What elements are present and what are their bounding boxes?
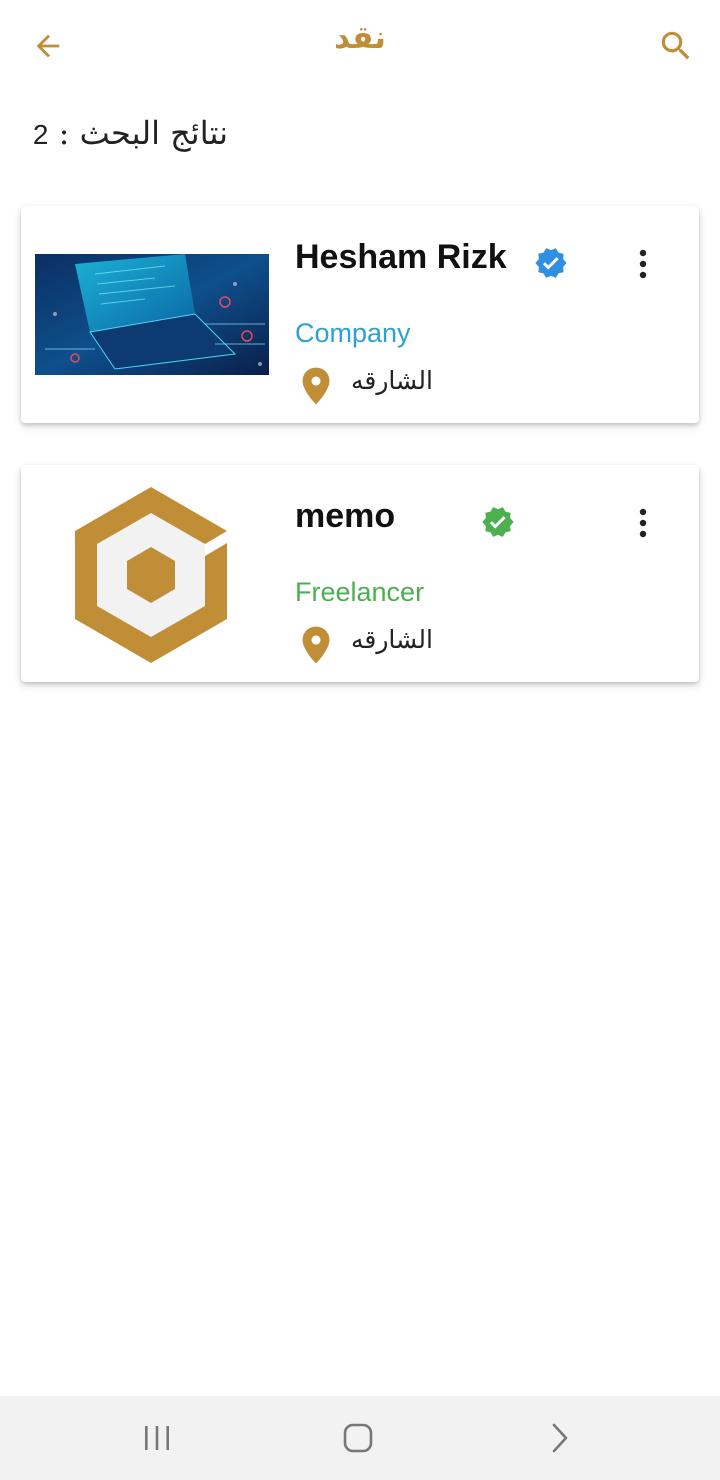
result-card[interactable]: Hesham Rizk Company الشارقه	[21, 206, 699, 423]
laptop-tech-thumbnail	[35, 254, 269, 375]
location-pin-icon	[302, 367, 330, 405]
card-name: memo	[295, 497, 396, 535]
hexagon-logo	[71, 483, 231, 663]
more-vert-icon	[639, 249, 647, 279]
system-nav-bar	[0, 1396, 720, 1480]
results-count: نتائج البحث : 2	[0, 114, 228, 152]
card-type: Freelancer	[295, 577, 425, 607]
results-count-value: 2	[32, 119, 49, 150]
results-label: نتائج البحث :	[58, 114, 228, 152]
home-icon	[343, 1423, 373, 1453]
result-card[interactable]: memo Freelancer الشارقه	[21, 465, 699, 682]
search-icon	[661, 31, 690, 60]
app-bar: نقد	[0, 0, 720, 92]
verified-badge-icon	[482, 507, 514, 537]
recent-apps-icon	[145, 1426, 169, 1450]
more-options-button[interactable]	[625, 503, 661, 543]
nav-back-icon	[552, 1423, 568, 1453]
nav-back-button[interactable]	[535, 1416, 585, 1460]
search-button[interactable]	[650, 22, 702, 70]
page-title: نقد	[334, 20, 386, 56]
more-options-button[interactable]	[625, 244, 661, 284]
more-vert-icon	[639, 508, 647, 538]
recent-apps-button[interactable]	[132, 1416, 182, 1460]
card-type: Company	[295, 318, 411, 348]
card-location: الشارقه	[351, 625, 433, 654]
card-location: الشارقه	[351, 366, 433, 395]
home-button[interactable]	[333, 1416, 383, 1460]
card-name: Hesham Rizk	[295, 238, 507, 276]
verified-badge-icon	[535, 248, 567, 278]
location-pin-icon	[302, 626, 330, 664]
